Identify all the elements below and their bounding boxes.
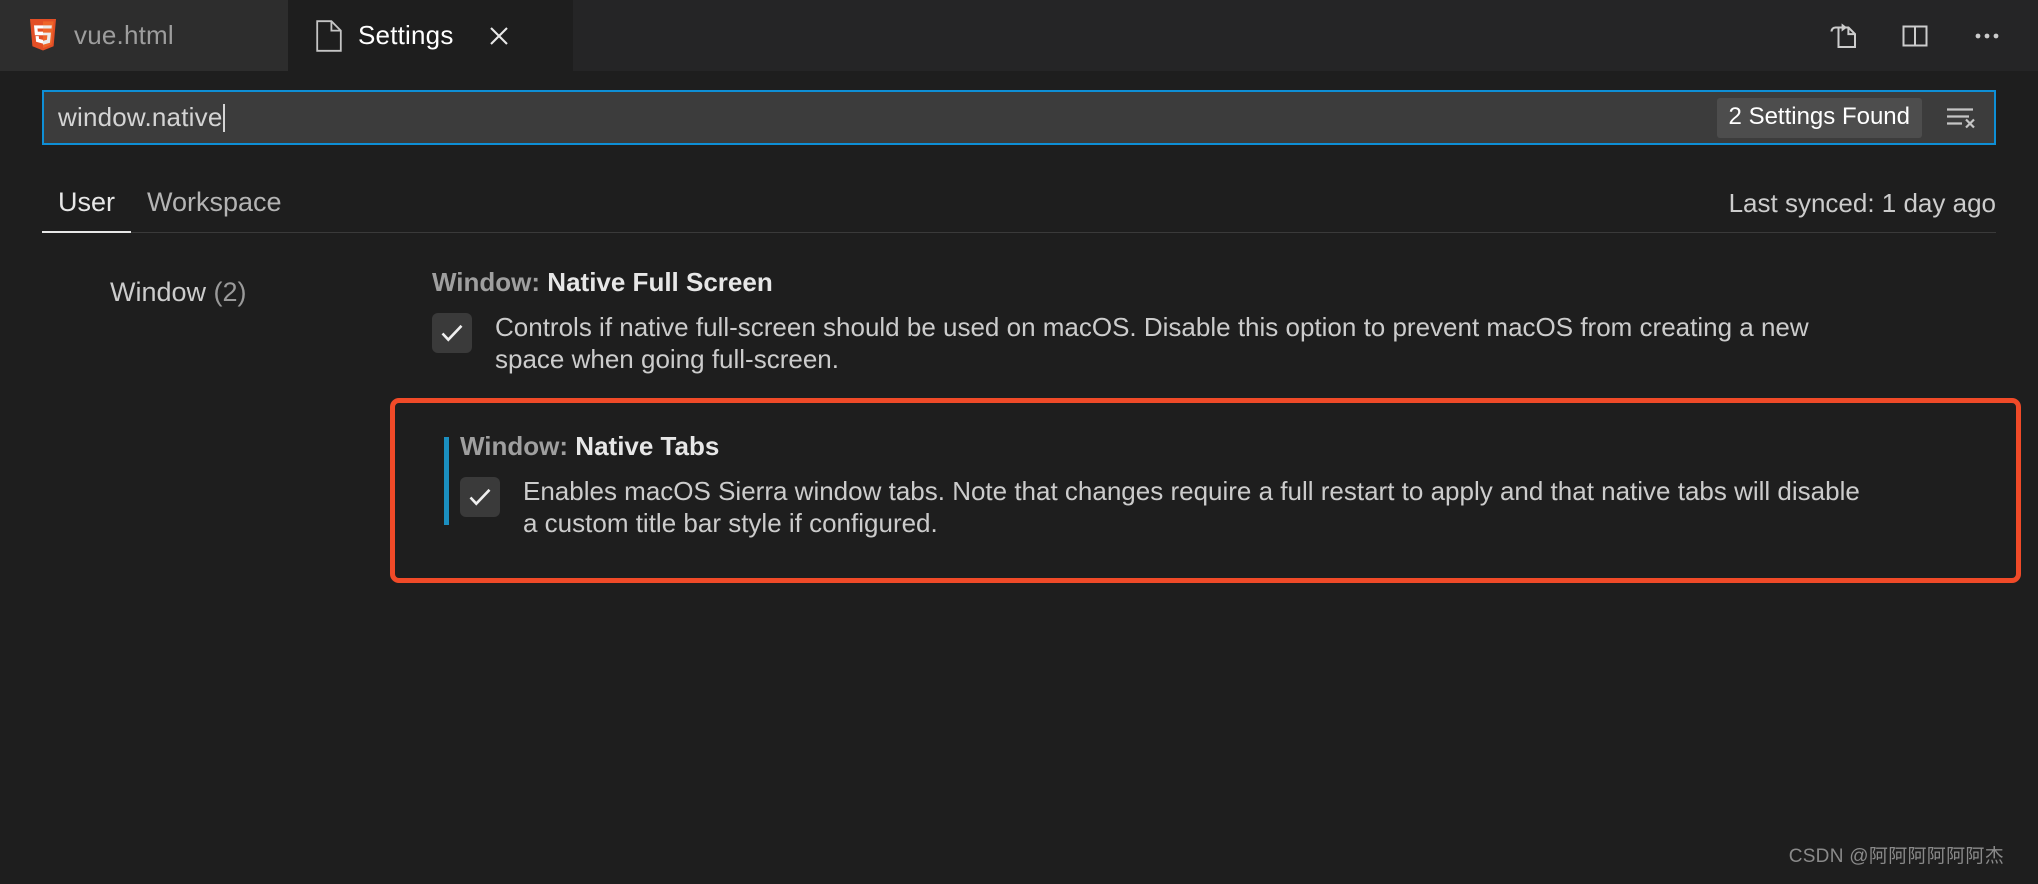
setting-row: Controls if native full-screen should be… <box>432 311 2008 375</box>
clear-filter-icon[interactable] <box>1938 98 1982 138</box>
setting-title: Window: Native Full Screen <box>432 267 2008 298</box>
setting-description: Enables macOS Sierra window tabs. Note t… <box>523 476 1860 539</box>
results-count-badge: 2 Settings Found <box>1716 97 1922 138</box>
tab-vue-html[interactable]: vue.html <box>0 0 288 71</box>
tab-label: vue.html <box>74 20 174 50</box>
ellipsis-glyph <box>1975 33 1999 38</box>
setting-window-native-full-screen: Window: Native Full Screen Controls if n… <box>390 261 2008 375</box>
more-actions-icon[interactable] <box>1966 15 2008 57</box>
setting-name: Native Full Screen <box>547 267 773 297</box>
settings-body: Window (2) Window: Native Full Screen Co… <box>0 233 2038 758</box>
search-input-value: window.native <box>58 102 223 132</box>
clear-filter-glyph <box>1947 107 1975 128</box>
settings-results-list: Window: Native Full Screen Controls if n… <box>390 261 2038 758</box>
setting-checkbox[interactable] <box>432 313 472 353</box>
setting-category: Window: <box>432 267 548 297</box>
sync-status-label[interactable]: Last synced: 1 day ago <box>1729 188 1996 232</box>
search-controls: 2 Settings Found <box>1716 97 1982 138</box>
split-editor-icon[interactable] <box>1894 15 1936 57</box>
setting-row: Enables macOS Sierra window tabs. Note t… <box>460 475 1998 539</box>
watermark: CSDN @阿阿阿阿阿阿杰 <box>1788 846 2004 867</box>
html5-icon <box>30 18 56 50</box>
setting-checkbox[interactable] <box>460 477 500 517</box>
toc-item-window[interactable]: Window (2) <box>110 277 390 308</box>
tab-user[interactable]: User <box>42 187 132 233</box>
toc-item-count: (2) <box>213 277 247 307</box>
toc-item-label: Window <box>110 277 207 307</box>
settings-search-region: window.native 2 Settings Found <box>0 71 2038 145</box>
tab-close-button[interactable] <box>482 19 516 53</box>
settings-scope-tabs: User Workspace Last synced: 1 day ago <box>42 167 1996 233</box>
editor-actions <box>1822 0 2038 71</box>
open-settings-json-glyph <box>1830 22 1856 48</box>
tab-bar-filler <box>573 0 1822 71</box>
setting-description: Controls if native full-screen should be… <box>495 312 1809 375</box>
search-input[interactable]: window.native 2 Settings Found <box>42 90 1996 145</box>
setting-category: Window: <box>460 431 576 461</box>
file-icon <box>316 19 342 52</box>
editor-tab-bar: vue.html Settings <box>0 0 2038 71</box>
checkmark-icon <box>469 488 491 506</box>
close-icon <box>489 26 508 45</box>
setting-title: Window: Native Tabs <box>460 431 1998 462</box>
scope-tab-list: User Workspace <box>42 187 298 233</box>
open-settings-json-icon[interactable] <box>1822 15 1864 57</box>
tab-label: Settings <box>358 20 454 50</box>
setting-name: Native Tabs <box>575 431 720 461</box>
tab-settings[interactable]: Settings <box>288 0 573 71</box>
setting-window-native-tabs: Window: Native Tabs Enables macOS Sierra… <box>418 431 1998 539</box>
text-cursor <box>223 103 226 132</box>
checkmark-icon <box>441 324 463 342</box>
tab-workspace[interactable]: Workspace <box>131 187 298 232</box>
settings-toc-tree: Window (2) <box>0 261 390 758</box>
split-editor-glyph <box>1902 25 1928 46</box>
